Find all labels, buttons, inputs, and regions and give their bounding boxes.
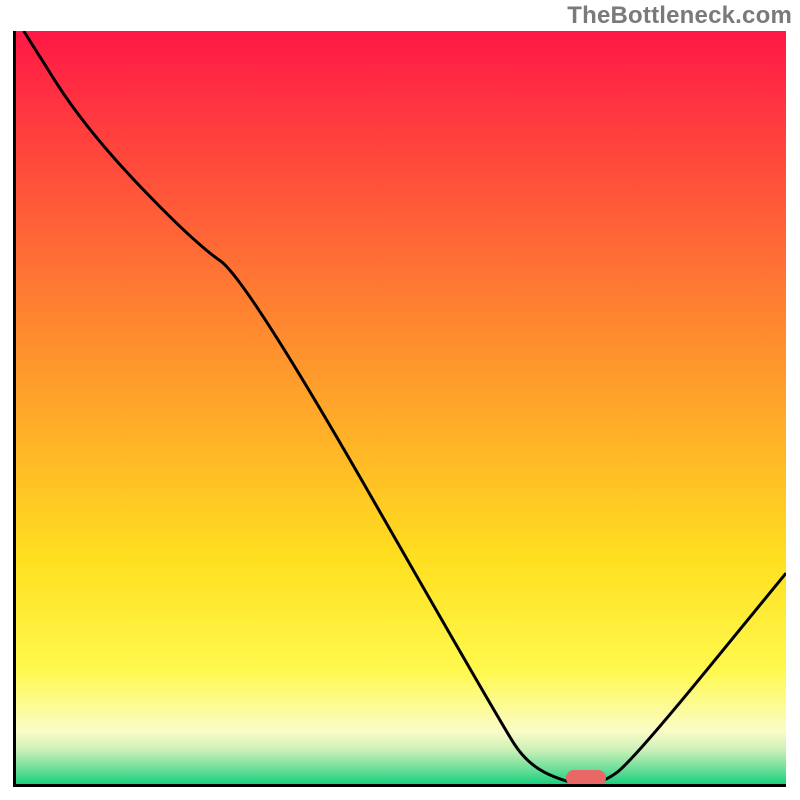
- optimal-marker: [566, 770, 606, 786]
- plot-area: [13, 31, 786, 787]
- bottleneck-curve: [24, 31, 786, 784]
- watermark-text: TheBottleneck.com: [567, 2, 792, 30]
- curve-layer: [16, 31, 786, 784]
- chart-frame: TheBottleneck.com: [0, 0, 800, 800]
